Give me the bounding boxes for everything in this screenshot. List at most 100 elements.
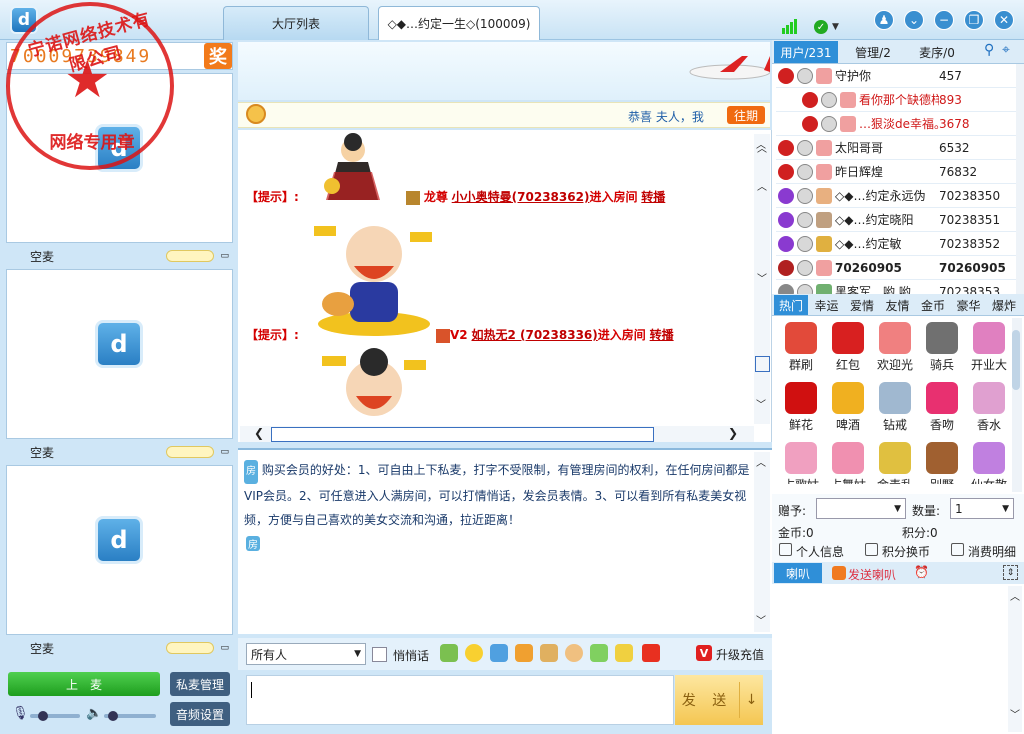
user-row[interactable]: 70260905 70260905	[776, 256, 1016, 280]
exchange-link[interactable]: 积分换币	[882, 543, 930, 560]
minimize-icon[interactable]: −	[934, 10, 954, 30]
scroll-down-icon[interactable]: ﹀	[1010, 706, 1020, 721]
status-online-icon[interactable]: ✓	[814, 20, 828, 34]
gift-tab[interactable]: 豪华	[952, 295, 986, 315]
gift-tab[interactable]: 幸运	[810, 295, 844, 315]
user-row[interactable]: 看你那个缺德样 893	[776, 88, 1016, 112]
chat-username-link[interactable]: 小小奥特曼(70238362)	[452, 190, 590, 204]
past-button[interactable]: 往期	[727, 106, 765, 124]
gift-item[interactable]: 占歌姑	[777, 442, 825, 484]
status-dropdown-icon[interactable]: ▼	[832, 22, 839, 32]
scroll-left-icon[interactable]: ❮	[254, 426, 264, 440]
target-select[interactable]: 所有人 ▼	[246, 643, 366, 665]
tab-admins[interactable]: 管理/2	[842, 44, 904, 61]
whisper-checkbox[interactable]	[372, 647, 387, 662]
gift-item[interactable]: 仙女散	[965, 442, 1013, 484]
gift-item[interactable]: 金毒乱	[871, 442, 919, 484]
speaker-volume-slider[interactable]	[104, 711, 156, 721]
gift-tab[interactable]: 友情	[881, 295, 915, 315]
message-input[interactable]	[246, 675, 674, 725]
notice-scrollbar[interactable]	[754, 452, 770, 632]
gift-icon[interactable]	[515, 644, 533, 662]
game-icon[interactable]	[615, 644, 633, 662]
user-row[interactable]: 守护你 457	[776, 64, 1016, 88]
font-icon[interactable]	[440, 644, 458, 662]
relay-link[interactable]: 转播	[641, 190, 665, 204]
scroll-up-icon[interactable]: ︿	[756, 454, 766, 469]
gift-tab[interactable]: 爆炸	[987, 295, 1021, 315]
scroll-right-icon[interactable]: ❯	[728, 426, 738, 440]
skin-icon[interactable]: ♟	[874, 10, 894, 30]
send-button[interactable]: 发 送 ↓	[675, 675, 763, 725]
baby-gold-image	[320, 340, 430, 426]
rank-icon	[802, 91, 818, 108]
gift-item[interactable]: 占舞姑	[824, 442, 872, 484]
chat-username-link[interactable]: 如热无2 (70238336)	[471, 328, 597, 342]
tab-hall-list[interactable]: 大厅列表	[223, 6, 369, 40]
gift-item[interactable]: 钻戒	[871, 382, 919, 433]
tool-icon[interactable]	[540, 644, 558, 662]
scroll-down-icon[interactable]: ﹀	[756, 396, 766, 411]
expand-icon[interactable]: ⇕	[1003, 565, 1018, 580]
scroll-up-icon[interactable]: ︿	[1010, 588, 1020, 603]
menu-icon[interactable]: ⌄	[904, 10, 924, 30]
upgrade-link[interactable]: 升级充值	[716, 646, 764, 663]
audio-settings-button[interactable]: 音频设置	[170, 702, 230, 726]
user-row[interactable]: …狠淡de幸福。 3678	[776, 112, 1016, 136]
tab-mic-queue[interactable]: 麦序/0	[906, 44, 968, 61]
scroll-hthumb[interactable]	[271, 427, 654, 442]
gift-item[interactable]: 红包	[824, 322, 872, 373]
user-list-scroll-icon[interactable]: ﹀	[757, 270, 767, 285]
box-icon[interactable]	[590, 644, 608, 662]
give-to-select[interactable]: ▼	[816, 498, 906, 519]
scroll-thumb[interactable]	[755, 356, 770, 372]
alarm-icon[interactable]: ⏰	[914, 565, 929, 579]
face-icon[interactable]	[565, 644, 583, 662]
gift-item[interactable]: 香水	[965, 382, 1013, 433]
mic-collapse-icon[interactable]: ▭	[220, 447, 229, 457]
user-row[interactable]: ◇◆…约定敏 70238352	[776, 232, 1016, 256]
tab-users[interactable]: 用户/231	[774, 41, 838, 63]
award-button[interactable]: 奖	[204, 43, 232, 69]
user-row[interactable]: 昨日辉煌 76832	[776, 160, 1016, 184]
gift-tab[interactable]: 金币	[916, 295, 950, 315]
relay-link[interactable]: 转播	[650, 328, 674, 342]
user-list-scroll-icon[interactable]: ︿	[757, 140, 767, 155]
user-row[interactable]: ◇◆…约定永远伪 70238350	[776, 184, 1016, 208]
on-mic-button[interactable]: 上 麦	[8, 672, 160, 696]
personal-info-link[interactable]: 个人信息	[796, 543, 844, 560]
private-mic-button[interactable]: 私麦管理	[170, 672, 230, 696]
scroll-down-icon[interactable]: ﹀	[756, 612, 766, 627]
gift-item[interactable]: 欢迎光	[871, 322, 919, 373]
gift-item[interactable]: 开业大	[965, 322, 1013, 373]
close-icon[interactable]: ✕	[994, 10, 1014, 30]
search-icon[interactable]: ⚲	[984, 42, 994, 58]
tab-horn[interactable]: 喇叭	[774, 563, 822, 583]
gift-item[interactable]: 群刷	[777, 322, 825, 373]
user-row[interactable]: 太阳哥哥 6532	[776, 136, 1016, 160]
spending-detail-link[interactable]: 消费明细	[968, 543, 1016, 560]
restore-icon[interactable]: ❐	[964, 10, 984, 30]
mic-collapse-icon[interactable]: ▭	[220, 251, 229, 261]
gift-item[interactable]: 骑兵	[918, 322, 966, 373]
send-options-icon[interactable]: ↓	[739, 682, 763, 718]
gift-item[interactable]: 别野	[918, 442, 966, 484]
mic-collapse-icon[interactable]: ▭	[220, 643, 229, 653]
send-horn-link[interactable]: 发送喇叭	[848, 566, 896, 583]
gift-tab[interactable]: 爱情	[845, 295, 879, 315]
gift-item[interactable]: 鲜花	[777, 382, 825, 433]
gift-item[interactable]: 啤酒	[824, 382, 872, 433]
redpacket-icon[interactable]	[642, 644, 660, 662]
user-list-scroll-icon[interactable]: ︿	[757, 178, 767, 193]
gift-scrollbar[interactable]	[1012, 318, 1022, 492]
color-icon[interactable]	[490, 644, 508, 662]
mic-volume-slider[interactable]	[30, 711, 80, 721]
emoji-icon[interactable]	[465, 644, 483, 662]
gift-tab[interactable]: 热门	[774, 295, 808, 315]
user-row[interactable]: ◇◆…约定晓阳 70238351	[776, 208, 1016, 232]
location-icon[interactable]: ⌖	[1002, 42, 1010, 58]
gift-item[interactable]: 香吻	[918, 382, 966, 433]
quantity-select[interactable]: 1 ▼	[950, 498, 1014, 519]
user-list-scrollbar[interactable]	[1016, 64, 1024, 294]
tab-room[interactable]: ◇◆…约定一生◇(100009)	[378, 6, 540, 40]
